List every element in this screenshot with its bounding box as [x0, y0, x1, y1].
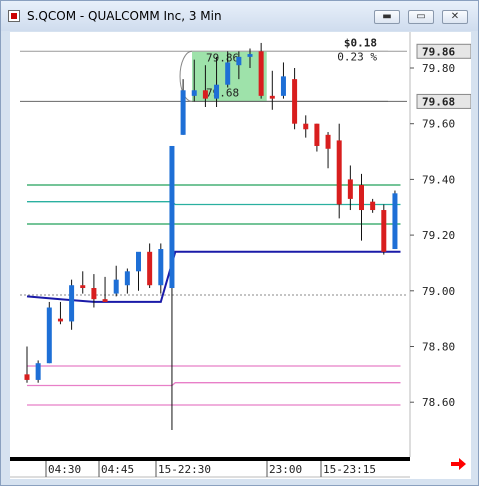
price-tick-label: 79.80 — [422, 62, 455, 75]
time-tick-label: 04:30 — [48, 463, 81, 476]
price-tag-label: 79.68 — [422, 95, 455, 108]
candle-body — [280, 76, 286, 96]
candle-body — [370, 201, 376, 211]
candle-body — [102, 299, 108, 302]
candle-body — [80, 285, 86, 289]
candle-body — [91, 288, 97, 300]
measure-high-label: 79.86 — [206, 51, 239, 64]
candle-body — [113, 279, 119, 294]
measure-low-label: 79.68 — [206, 86, 239, 99]
time-tick-label: 23:00 — [269, 463, 302, 476]
restore-button[interactable]: ▭ — [408, 10, 434, 24]
candle-body — [35, 363, 41, 380]
time-axis-bar — [10, 457, 410, 461]
candle-body — [247, 54, 253, 57]
candle-body — [169, 145, 175, 289]
candle-body — [381, 210, 387, 252]
candle-body — [347, 179, 353, 199]
candle-body — [124, 271, 130, 286]
measure-change-label: $0.18 — [344, 36, 377, 49]
scroll-right-arrow-icon[interactable] — [451, 458, 466, 470]
candle-body — [191, 90, 197, 96]
candle-body — [336, 140, 342, 205]
candle-body — [258, 51, 264, 96]
chart-window: S.QCOM - QUALCOMM Inc, 3 Min ▬ ▭ ✕ 79.86… — [0, 0, 479, 486]
price-tick-label: 79.00 — [422, 285, 455, 298]
candle-body — [57, 318, 63, 322]
time-tick-label: 04:45 — [101, 463, 134, 476]
indicator-line — [27, 382, 401, 387]
measure-percent-label: 0.23 % — [337, 50, 377, 63]
candle-body — [180, 90, 186, 135]
price-tick-label: 78.60 — [422, 396, 455, 409]
candle-body — [303, 123, 309, 130]
candlestick-chart[interactable]: 79.86 79.68 $0.180.23 % 79.80 79.60 79.40 79.2… — [10, 32, 471, 479]
candle-body — [325, 134, 331, 149]
title-bar[interactable]: S.QCOM - QUALCOMM Inc, 3 Min ▬ ▭ ✕ — [1, 1, 478, 31]
indicator-line — [27, 201, 401, 206]
candle-body — [69, 285, 75, 322]
candle-body — [214, 84, 220, 99]
candle-body — [158, 249, 164, 286]
minimize-button[interactable]: ▬ — [374, 10, 400, 24]
time-tick-label: 15-22:30 — [158, 463, 211, 476]
price-tag-label: 79.86 — [422, 45, 455, 58]
candle-body — [147, 251, 153, 286]
candle-body — [392, 193, 398, 250]
candle-body — [314, 123, 320, 146]
window-title: S.QCOM - QUALCOMM Inc, 3 Min — [27, 9, 222, 23]
price-tick-label: 79.60 — [422, 118, 455, 131]
candle-body — [136, 251, 141, 272]
candle-body — [46, 307, 52, 364]
candle-body — [202, 90, 208, 99]
price-tick-label: 79.20 — [422, 229, 455, 242]
time-tick-label: 15-23:15 — [323, 463, 376, 476]
candle-body — [225, 62, 231, 85]
price-tick-label: 79.40 — [422, 173, 455, 186]
candle-body — [359, 184, 364, 211]
candle-body — [269, 95, 275, 99]
candle-body — [24, 374, 30, 380]
chart-area[interactable]: 79.86 79.68 $0.18 0.23 % 79.80 79.60 79.40 79.2… — [10, 32, 471, 479]
price-tick-label: 78.80 — [422, 341, 455, 354]
candle-body — [292, 79, 298, 124]
candle-body — [236, 56, 242, 66]
app-icon — [8, 10, 20, 22]
close-button[interactable]: ✕ — [442, 10, 468, 24]
